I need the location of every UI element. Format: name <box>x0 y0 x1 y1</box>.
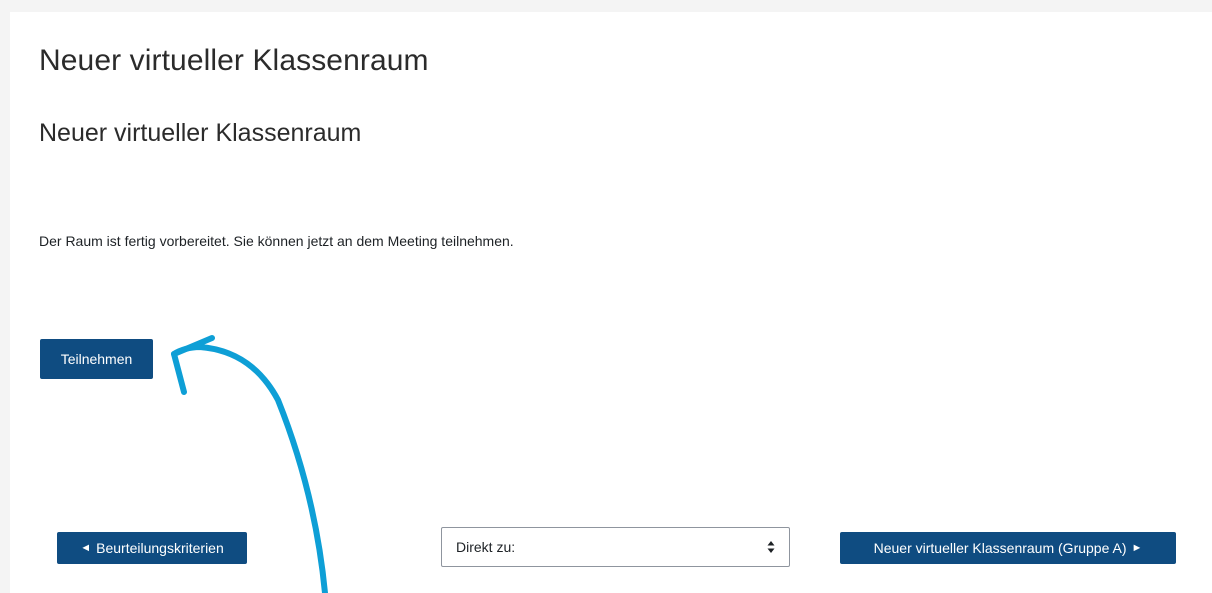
arrow-left-icon: ◄ <box>80 542 92 554</box>
previous-activity-button[interactable]: ◄ Beurteilungskriterien <box>57 532 247 564</box>
next-activity-button[interactable]: Neuer virtueller Klassenraum (Gruppe A) … <box>840 532 1176 564</box>
jump-to-select[interactable]: Direkt zu: <box>441 527 790 567</box>
activity-title: Neuer virtueller Klassenraum <box>39 119 362 147</box>
previous-activity-label: Beurteilungskriterien <box>96 540 224 556</box>
join-meeting-button[interactable]: Teilnehmen <box>40 339 153 379</box>
main-content-region <box>10 12 1212 593</box>
jump-to-select-value: Direkt zu: <box>456 539 516 555</box>
next-activity-label: Neuer virtueller Klassenraum (Gruppe A) <box>873 540 1127 556</box>
status-message: Der Raum ist fertig vorbereitet. Sie kön… <box>39 233 514 249</box>
arrow-right-icon: ► <box>1131 542 1143 554</box>
sort-caret-icon <box>767 541 775 553</box>
page-title: Neuer virtueller Klassenraum <box>39 44 429 77</box>
